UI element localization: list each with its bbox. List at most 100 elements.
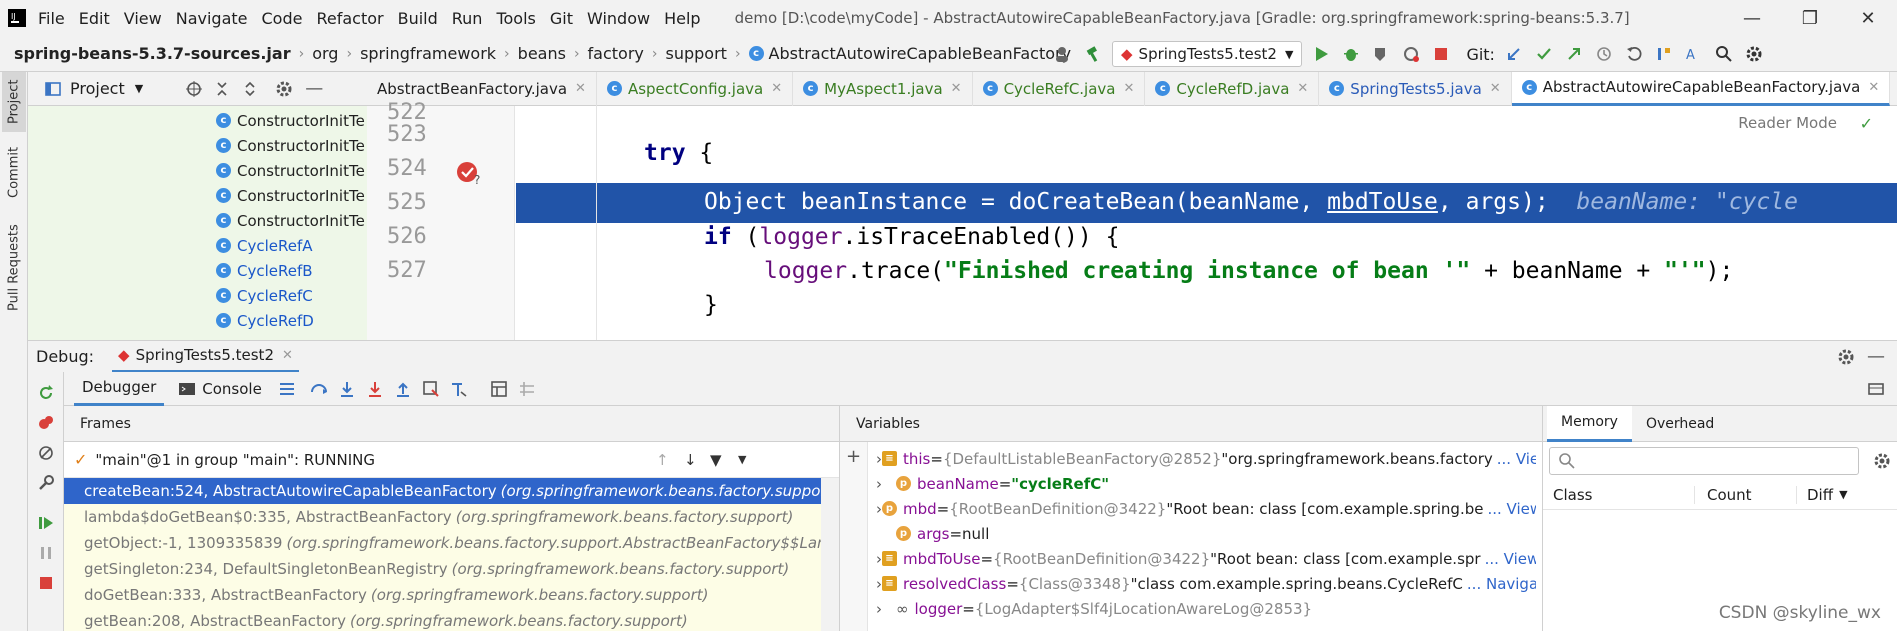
filter-icon[interactable]: ▼ (710, 451, 722, 469)
git-push-icon[interactable] (1563, 43, 1585, 65)
stack-frame[interactable]: getSingleton:234, DefaultSingletonBeanRe… (64, 556, 839, 582)
step-into-icon[interactable] (336, 378, 358, 400)
wrench-icon[interactable] (35, 472, 57, 494)
debug-icon[interactable] (1340, 43, 1362, 65)
menu-edit[interactable]: Edit (79, 9, 110, 28)
breadcrumb-springframework[interactable]: springframework (360, 44, 496, 63)
add-watch-icon[interactable]: + (846, 446, 861, 467)
tab-aspect-config[interactable]: c AspectConfig.java ✕ (597, 71, 794, 106)
code-editor[interactable]: Reader Mode ✓ try { Object beanInstance … (516, 106, 1897, 340)
arrow-down-icon[interactable]: ↓ (684, 451, 697, 469)
breadcrumb-beans[interactable]: beans (518, 44, 566, 63)
menu-navigate[interactable]: Navigate (176, 9, 248, 28)
menu-git[interactable]: Git (550, 9, 573, 28)
variable-view-link[interactable]: ... View (1497, 450, 1536, 468)
expand-all-icon[interactable] (211, 78, 233, 100)
minimize-icon[interactable]: — (1723, 8, 1781, 29)
gear-icon[interactable] (1835, 346, 1857, 368)
step-out-icon[interactable] (392, 378, 414, 400)
reader-mode-toggle[interactable]: Reader Mode (1738, 114, 1837, 132)
tab-overhead[interactable]: Overhead (1632, 406, 1728, 442)
arrow-up-icon[interactable]: ↑ (656, 451, 669, 469)
menu-refactor[interactable]: Refactor (316, 9, 383, 28)
rollback-icon[interactable] (1623, 43, 1645, 65)
close-icon[interactable]: ✕ (1839, 8, 1897, 29)
tree-item[interactable]: c CycleRefB (28, 258, 367, 283)
tree-item[interactable]: c CycleRefC (28, 283, 367, 308)
frames-scrollbar[interactable] (821, 478, 839, 631)
restore-icon[interactable]: ❐ (1781, 8, 1839, 29)
menu-file[interactable]: File (38, 9, 65, 28)
settings-gear-icon[interactable] (1743, 43, 1765, 65)
chevron-down-icon[interactable]: ▼ (738, 453, 746, 466)
column-diff[interactable]: Diff (1797, 486, 1833, 504)
force-step-into-icon[interactable] (364, 378, 386, 400)
run-config-select[interactable]: ◆ SpringTests5.test2 ▼ (1112, 41, 1303, 67)
vcs-branch-icon[interactable] (1653, 43, 1675, 65)
chevron-right-icon[interactable]: › (876, 475, 896, 493)
tab-cycle-ref-c[interactable]: c CycleRefC.java ✕ (973, 71, 1146, 106)
search-icon[interactable] (1713, 43, 1735, 65)
git-update-icon[interactable] (1503, 43, 1525, 65)
memory-search-input[interactable] (1549, 447, 1859, 475)
debug-session-tab[interactable]: ◆ SpringTests5.test2 ✕ (112, 341, 299, 373)
rerun-icon[interactable] (35, 382, 57, 404)
tool-tab-project[interactable]: Project (2, 72, 26, 132)
view-breakpoints-icon[interactable] (35, 412, 57, 434)
tree-item[interactable]: c ConstructorInitTe (28, 183, 367, 208)
menu-help[interactable]: Help (664, 9, 700, 28)
close-icon[interactable]: ✕ (282, 348, 293, 363)
close-icon[interactable]: ✕ (1490, 81, 1501, 96)
stack-frame[interactable]: lambda$doGetBean$0:335, AbstractBeanFact… (64, 504, 839, 530)
chevron-down-icon[interactable]: ▼ (135, 82, 143, 95)
pause-icon[interactable] (35, 542, 57, 564)
history-icon[interactable] (1593, 43, 1615, 65)
tab-memory[interactable]: Memory (1547, 405, 1632, 442)
variable-row[interactable]: › ∞ logger = {LogAdapter$Slf4jLocationAwar… (876, 596, 1536, 621)
hammer-icon[interactable] (1082, 43, 1104, 65)
restore-layout-icon[interactable] (1865, 378, 1887, 400)
close-icon[interactable]: ✕ (575, 81, 586, 96)
breadcrumb-class[interactable]: AbstractAutowireCapableBeanFactory (769, 44, 1072, 63)
project-panel-title[interactable]: Project (70, 79, 125, 98)
thread-selector[interactable]: ✓ "main"@1 in group "main": RUNNING ↑ ↓ … (64, 442, 839, 478)
tab-debugger[interactable]: Debugger (74, 372, 165, 406)
menu-tools[interactable]: Tools (496, 9, 535, 28)
user-icon[interactable] (1052, 43, 1074, 65)
column-count[interactable]: Count (1695, 485, 1797, 504)
tree-item[interactable]: c CycleRefD (28, 308, 367, 333)
variable-row[interactable]: › ≡ mbdToUse = {RootBeanDefinition@3422} "… (876, 546, 1536, 571)
gear-icon[interactable] (1871, 450, 1893, 472)
close-icon[interactable]: ✕ (1868, 80, 1879, 95)
close-icon[interactable]: ✕ (771, 81, 782, 96)
evaluate-expression-icon[interactable] (488, 378, 510, 400)
mute-breakpoints-icon[interactable] (35, 442, 57, 464)
git-commit-icon[interactable] (1533, 43, 1555, 65)
menu-view[interactable]: View (124, 9, 162, 28)
close-icon[interactable]: ✕ (951, 81, 962, 96)
variable-navigate-link[interactable]: ... Navigate (1467, 575, 1536, 593)
run-icon[interactable] (1310, 43, 1332, 65)
menu-code[interactable]: Code (262, 9, 303, 28)
translate-icon[interactable]: A (1683, 43, 1705, 65)
tree-item[interactable]: c ConstructorInitTe (28, 108, 367, 133)
breadcrumb-support[interactable]: support (666, 44, 727, 63)
layout-icon[interactable] (276, 378, 298, 400)
stack-frame[interactable]: createBean:524, AbstractAutowireCapableB… (64, 478, 839, 504)
chevron-down-icon[interactable]: ▼ (1839, 488, 1847, 501)
variable-view-link[interactable]: ... View (1485, 550, 1536, 568)
tab-abstract-autowire-capable-bean-factory[interactable]: c AbstractAutowireCapableBeanFactory.java… (1511, 71, 1891, 106)
tab-console[interactable]: Console (176, 378, 262, 400)
tool-tab-commit[interactable]: Commit (2, 140, 26, 204)
trace-icon[interactable] (516, 378, 538, 400)
breadcrumb-org[interactable]: org (312, 44, 338, 63)
coverage-icon[interactable] (1370, 43, 1392, 65)
stack-frame[interactable]: doGetBean:333, AbstractBeanFactory (org.s… (64, 582, 839, 608)
resume-icon[interactable] (35, 512, 57, 534)
run-to-cursor-icon[interactable] (448, 378, 470, 400)
profiler-icon[interactable] (1400, 43, 1422, 65)
variable-row[interactable]: › ≡ this = {DefaultListableBeanFactory@285… (876, 446, 1536, 471)
step-over-icon[interactable] (308, 378, 330, 400)
stack-frame[interactable]: getBean:208, AbstractBeanFactory (org.spr… (64, 608, 839, 631)
tree-item[interactable]: c ConstructorInitTe (28, 208, 367, 233)
